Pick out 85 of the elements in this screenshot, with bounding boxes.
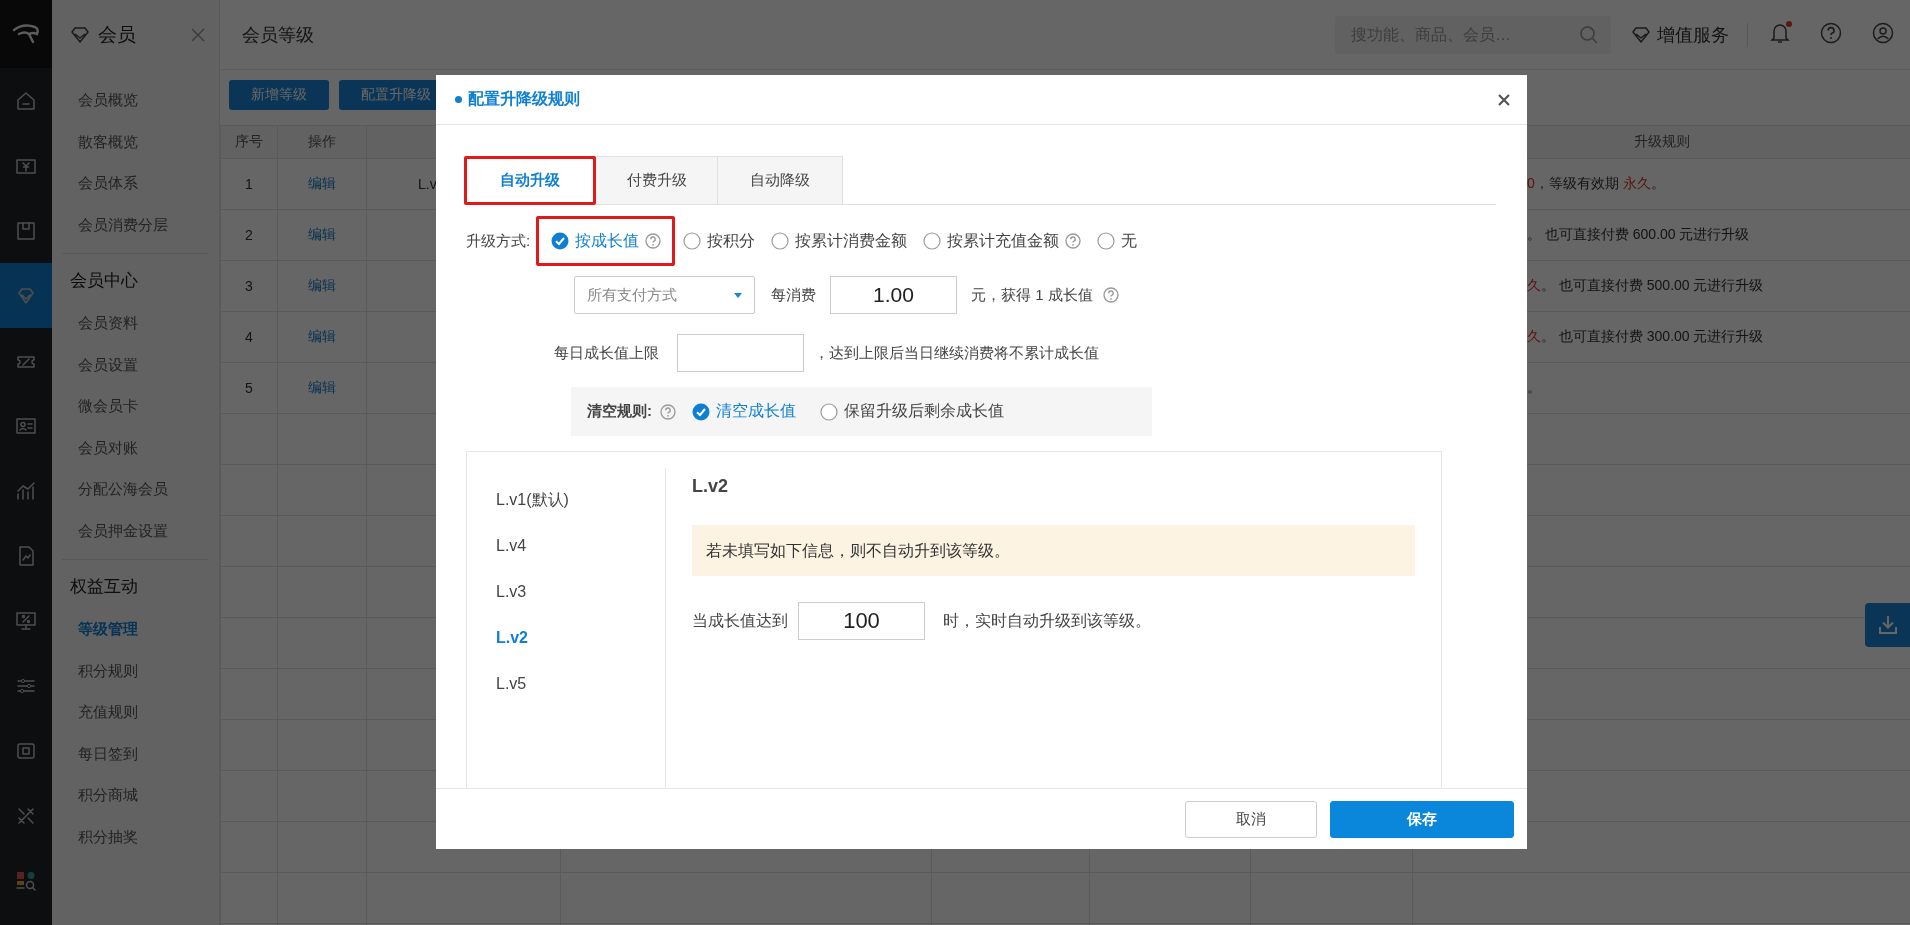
option-label: 按累计充值金额: [947, 230, 1060, 251]
edit-link[interactable]: 编辑: [308, 379, 336, 395]
sidebar-item[interactable]: 会员概览: [52, 79, 219, 121]
sidebar-item[interactable]: 等级管理: [62, 608, 209, 650]
edit-link[interactable]: 编辑: [308, 226, 336, 242]
field-label: 升级方式:: [466, 231, 531, 251]
sidebar-item[interactable]: 散客概览: [52, 120, 219, 162]
option-label: 按积分: [707, 230, 756, 251]
field-hint: 时，实时自动升级到该等级。: [943, 610, 1151, 631]
radio-option[interactable]: 按成长值: [536, 216, 676, 266]
field-label: 每日成长值上限: [554, 343, 659, 363]
level-item[interactable]: L.v1(默认): [467, 477, 665, 523]
cancel-button[interactable]: 取消: [1185, 800, 1317, 838]
radio-option[interactable]: 按累计消费金额: [763, 216, 916, 266]
tab[interactable]: 自动升级: [464, 156, 596, 205]
edit-link[interactable]: 编辑: [308, 277, 336, 293]
sidebar-heading: 权益互动: [69, 576, 139, 598]
radio-option[interactable]: 清空成长值: [684, 387, 804, 436]
sidebar-item[interactable]: 每日签到: [62, 732, 209, 774]
close-icon: [1497, 92, 1511, 107]
column-header: 操作: [277, 125, 367, 159]
radio-option[interactable]: 无: [1089, 216, 1146, 266]
table-cell: 5: [220, 362, 278, 414]
field-hint: ，达到上限后当日继续消费将不累计成长值: [814, 343, 1099, 363]
sidebar-item[interactable]: 积分抽奖: [62, 815, 209, 857]
amount-field[interactable]: 1.00: [830, 276, 957, 314]
radio-option[interactable]: 按积分: [675, 216, 764, 266]
save-button[interactable]: 保存: [1330, 800, 1514, 838]
option-label: 无: [1121, 230, 1138, 251]
sidebar-item[interactable]: 积分商城: [62, 774, 209, 816]
bell-icon: [1770, 21, 1790, 44]
daily-limit-field[interactable]: [677, 334, 804, 372]
toolbar-button[interactable]: 新增等级: [229, 80, 329, 110]
field-label: 清空规则:: [587, 402, 652, 421]
sidebar-item[interactable]: 会员对账: [62, 426, 209, 468]
edit-link[interactable]: 编辑: [308, 175, 336, 191]
page-title: 会员等级: [242, 23, 315, 47]
notice-banner: 若未填写如下信息，则不自动升到该等级。: [692, 525, 1415, 576]
search-icon: [1579, 24, 1599, 45]
diamond-icon: [1631, 25, 1651, 44]
sidebar-item[interactable]: 会员设置: [62, 343, 209, 385]
option-label: 清空成长值: [716, 401, 796, 421]
level-item[interactable]: L.v2: [467, 615, 665, 661]
sidebar-item[interactable]: 会员体系: [52, 162, 219, 204]
caret-icon: [734, 292, 742, 298]
sidebar-item[interactable]: 积分规则: [62, 649, 209, 691]
user-icon: [1872, 21, 1894, 44]
option-label: 按累计消费金额: [795, 230, 908, 251]
table-cell: L.v: [418, 176, 437, 192]
close-icon: [191, 28, 205, 42]
download-button[interactable]: [1865, 603, 1910, 647]
diamond-icon: [70, 26, 90, 44]
sidebar-item[interactable]: 充值规则: [62, 691, 209, 733]
growth-value-field[interactable]: 100: [798, 602, 925, 640]
dialog-title: 配置升降级规则: [455, 89, 580, 110]
sidebar-title: 会员: [98, 23, 137, 47]
tab[interactable]: 自动降级: [718, 156, 843, 205]
value-added-service-button[interactable]: 增值服务: [1631, 22, 1748, 47]
radio-option[interactable]: 保留升级后剩余成长值: [812, 387, 1012, 436]
field-label: 当成长值达到: [692, 610, 788, 631]
sidebar-item[interactable]: 会员消费分层: [52, 203, 219, 245]
edit-link[interactable]: 编辑: [308, 328, 336, 344]
sidebar-item[interactable]: 会员押金设置: [62, 509, 209, 551]
radio-option[interactable]: 按累计充值金额: [915, 216, 1090, 266]
sidebar-heading: 会员中心: [69, 270, 139, 292]
table-cell: 3: [220, 260, 278, 312]
level-title: L.v2: [692, 476, 730, 497]
level-item[interactable]: L.v5: [467, 661, 665, 707]
tab[interactable]: 付费升级: [596, 156, 718, 205]
logo-icon: [11, 22, 41, 46]
table-cell: 1: [220, 158, 278, 210]
field-label: 元，获得 1 成长值: [971, 285, 1093, 305]
table-cell: 2: [220, 209, 278, 261]
option-label: 按成长值: [575, 230, 640, 251]
level-item[interactable]: L.v4: [467, 523, 665, 569]
sidebar-item[interactable]: 微会员卡: [62, 385, 209, 427]
sidebar-item[interactable]: 会员资料: [62, 302, 209, 344]
sidebar-item[interactable]: 分配公海会员: [62, 468, 209, 510]
payment-select[interactable]: 所有支付方式: [574, 276, 755, 314]
table-cell: 4: [220, 311, 278, 363]
column-header: 序号: [220, 125, 278, 159]
help-icon: [1820, 21, 1842, 44]
field-label: 每消费: [771, 285, 816, 305]
level-item[interactable]: L.v3: [467, 569, 665, 615]
option-label: 保留升级后剩余成长值: [844, 401, 1004, 421]
